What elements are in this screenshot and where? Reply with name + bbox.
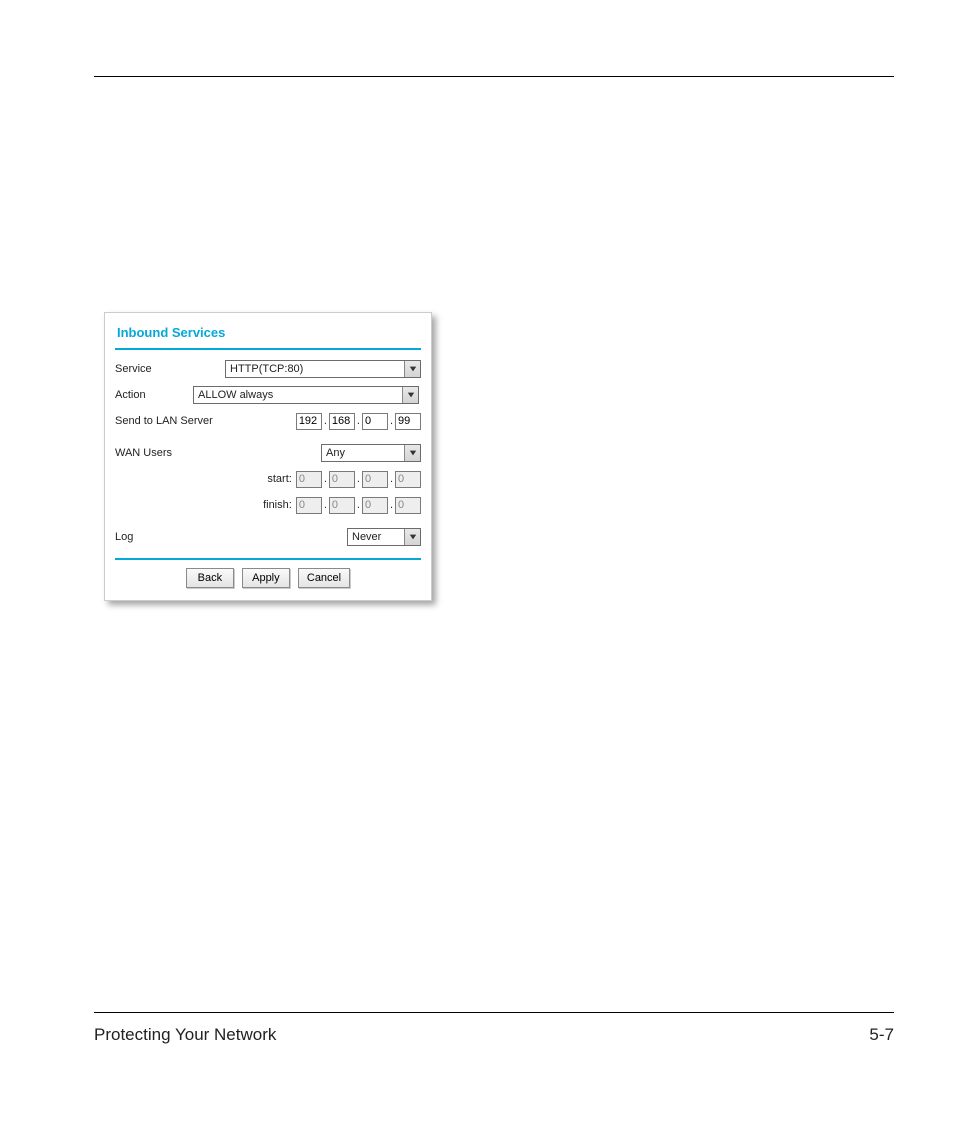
top-rule xyxy=(94,76,894,77)
dropdown-arrow-icon xyxy=(402,387,418,403)
lan-ip-octet-2[interactable] xyxy=(329,413,355,430)
start-label: start: xyxy=(267,473,291,485)
dropdown-arrow-icon xyxy=(404,529,420,545)
service-select-value: HTTP(TCP:80) xyxy=(226,361,404,377)
lan-ip-octet-4[interactable] xyxy=(395,413,421,430)
ip-dot: . xyxy=(390,499,393,511)
ip-dot: . xyxy=(324,473,327,485)
dropdown-arrow-icon xyxy=(404,361,420,377)
send-to-lan-label: Send to LAN Server xyxy=(115,415,235,427)
log-select-value: Never xyxy=(348,529,404,545)
finish-ip-octet-3 xyxy=(362,497,388,514)
start-ip-octet-4 xyxy=(395,471,421,488)
ip-dot: . xyxy=(357,415,360,427)
ip-dot: . xyxy=(324,415,327,427)
wan-users-label: WAN Users xyxy=(115,447,223,459)
dialog-title: Inbound Services xyxy=(115,323,421,348)
ip-dot: . xyxy=(357,473,360,485)
service-select[interactable]: HTTP(TCP:80) xyxy=(225,360,421,378)
service-label: Service xyxy=(115,363,223,375)
ip-dot: . xyxy=(357,499,360,511)
lan-ip-octet-1[interactable] xyxy=(296,413,322,430)
start-ip-octet-3 xyxy=(362,471,388,488)
dropdown-arrow-icon xyxy=(404,445,420,461)
start-ip-octet-2 xyxy=(329,471,355,488)
ip-dot: . xyxy=(390,473,393,485)
finish-label: finish: xyxy=(263,499,292,511)
wan-users-select-value: Any xyxy=(322,445,404,461)
finish-ip-octet-4 xyxy=(395,497,421,514)
inbound-services-dialog: Inbound Services Service HTTP(TCP:80) Ac… xyxy=(104,312,432,601)
divider xyxy=(115,348,421,350)
wan-users-select[interactable]: Any xyxy=(321,444,421,462)
start-ip-octet-1 xyxy=(296,471,322,488)
finish-ip-octet-2 xyxy=(329,497,355,514)
back-button[interactable]: Back xyxy=(186,568,234,588)
bottom-rule xyxy=(94,1012,894,1013)
ip-dot: . xyxy=(324,499,327,511)
footer-chapter: Protecting Your Network xyxy=(94,1025,276,1045)
ip-dot: . xyxy=(390,415,393,427)
cancel-button[interactable]: Cancel xyxy=(298,568,350,588)
apply-button[interactable]: Apply xyxy=(242,568,290,588)
page-content: Inbound Services Service HTTP(TCP:80) Ac… xyxy=(94,0,894,1105)
footer-page-number: 5-7 xyxy=(869,1025,894,1045)
lan-ip-octet-3[interactable] xyxy=(362,413,388,430)
log-select[interactable]: Never xyxy=(347,528,421,546)
action-select[interactable]: ALLOW always xyxy=(193,386,419,404)
finish-ip-octet-1 xyxy=(296,497,322,514)
action-select-value: ALLOW always xyxy=(194,387,402,403)
divider xyxy=(115,558,421,560)
log-label: Log xyxy=(115,531,223,543)
